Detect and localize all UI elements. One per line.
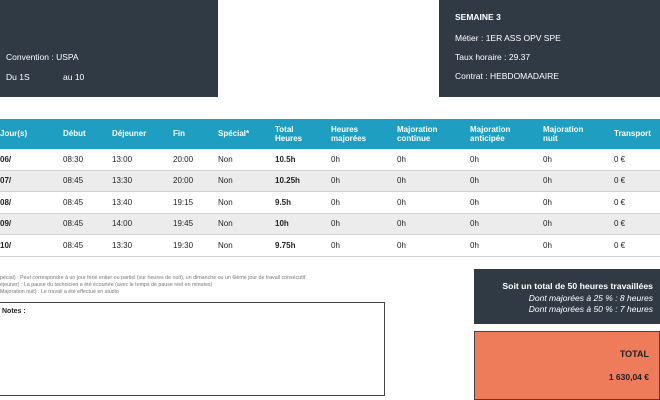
cell-lunch: 13:30: [112, 170, 173, 192]
cell-total-hours: 9.75h: [275, 234, 331, 257]
hours-table: Jour(s) Début Déjeuner Fin Spécial* Tota…: [0, 119, 660, 257]
cell-maj-anticipee: 0h: [470, 191, 543, 214]
cell-day: 07/: [0, 170, 63, 192]
header-cell: Spécial*: [218, 119, 275, 149]
cell-end: 19:45: [173, 213, 218, 235]
table-row: 06/ 08:30 13:00 20:00 Non 10.5h 0h 0h 0h…: [0, 149, 660, 171]
cell-lunch: 13:40: [112, 191, 173, 214]
header-right-panel: SEMAINE 3 Métier : 1ER ASS OPV SPE Taux …: [439, 0, 660, 97]
table-row: 10/ 08:45 13:30 19:30 Non 9.75h 0h 0h 0h…: [0, 234, 660, 257]
header-cell: Majoration nuit: [543, 119, 614, 149]
cell-day: 09/: [0, 213, 63, 235]
cell-start: 08:45: [63, 170, 112, 192]
cell-maj-continue: 0h: [397, 234, 470, 257]
cell-maj-anticipee: 0h: [470, 170, 543, 192]
legend-special: pécial) : Peut correspondre à un jour fé…: [0, 275, 306, 281]
header-cell: Déjeuner: [112, 119, 173, 149]
cell-total-hours: 10h: [275, 213, 331, 235]
cell-transport: 0 €: [614, 213, 660, 235]
table-row: 09/ 08:45 14:00 19:45 Non 10h 0h 0h 0h 0…: [0, 213, 660, 235]
cell-transport: 0 €: [614, 149, 660, 171]
header-left-panel: Convention : USPA Du 1S au 10: [0, 0, 218, 97]
header-cell: Fin: [173, 119, 218, 149]
cell-total-hours: 9.5h: [275, 191, 331, 214]
cell-day: 06/: [0, 149, 63, 171]
header-cell: Début: [63, 119, 112, 149]
metier-label: Métier : 1ER ASS OPV SPE: [455, 33, 561, 43]
cell-end: 19:30: [173, 234, 218, 257]
summary-panel: Soit un total de 50 heures travaillées D…: [474, 269, 660, 324]
cell-majored-hours: 0h: [331, 170, 397, 192]
cell-maj-continue: 0h: [397, 170, 470, 192]
convention-label: Convention : USPA: [6, 52, 79, 62]
cell-total-hours: 10.5h: [275, 149, 331, 171]
contrat-label: Contrat : HEBDOMADAIRE: [455, 71, 559, 81]
header-cell: Total Heures: [275, 119, 331, 149]
cell-majored-hours: 0h: [331, 149, 397, 171]
table-row: 08/ 08:45 13:40 19:15 Non 9.5h 0h 0h 0h …: [0, 191, 660, 214]
cell-maj-nuit: 0h: [543, 213, 614, 235]
cell-maj-continue: 0h: [397, 191, 470, 214]
cell-majored-hours: 0h: [331, 234, 397, 257]
summary-majored-50: Dont majorées à 50 % : 7 heures: [528, 304, 653, 314]
legend-notes: pécial) : Peut correspondre à un jour fé…: [0, 275, 305, 297]
cell-maj-continue: 0h: [397, 213, 470, 235]
total-panel: TOTAL 1 630,04 €: [474, 331, 660, 400]
cell-maj-anticipee: 0h: [470, 234, 543, 257]
header-cell: Transport: [614, 119, 660, 149]
cell-start: 08:30: [63, 149, 112, 171]
cell-day: 10/: [0, 234, 63, 257]
header-cell: Majoration continue: [397, 119, 470, 149]
notes-textarea[interactable]: Notes :: [0, 302, 385, 396]
header-cell: Heures majorées: [331, 119, 397, 149]
taux-label: Taux horaire : 29.37: [455, 52, 531, 62]
cell-end: 20:00: [173, 170, 218, 192]
cell-special: Non: [218, 170, 275, 192]
cell-start: 08:45: [63, 213, 112, 235]
header-cell: Majoration anticipée: [470, 119, 543, 149]
cell-majored-hours: 0h: [331, 191, 397, 214]
cell-day: 08/: [0, 191, 63, 214]
total-amount: 1 630,04 €: [608, 372, 649, 382]
cell-maj-continue: 0h: [397, 149, 470, 171]
summary-majored-25: Dont majorées à 25 % : 8 heures: [528, 293, 653, 303]
cell-start: 08:45: [63, 191, 112, 214]
cell-end: 19:15: [173, 191, 218, 214]
period-to: au 10: [63, 72, 85, 82]
cell-maj-nuit: 0h: [543, 234, 614, 257]
cell-majored-hours: 0h: [331, 213, 397, 235]
cell-start: 08:45: [63, 234, 112, 257]
legend-lunch: éjeuner) : La pause du technicien a été …: [0, 282, 213, 289]
notes-title: Notes :: [2, 308, 26, 315]
cell-end: 20:00: [173, 149, 218, 171]
cell-lunch: 14:00: [112, 213, 173, 235]
cell-maj-nuit: 0h: [543, 149, 614, 171]
week-label: SEMAINE 3: [455, 12, 501, 22]
cell-maj-nuit: 0h: [543, 170, 614, 192]
cell-transport: 0 €: [614, 191, 660, 214]
cell-maj-nuit: 0h: [543, 191, 614, 214]
legend-night: Majoration nuit) : Le travail a été effe…: [0, 289, 119, 296]
table-row: 07/ 08:45 13:30 20:00 Non 10.25h 0h 0h 0…: [0, 170, 660, 192]
header-cell: Jour(s): [0, 119, 63, 149]
cell-special: Non: [218, 234, 275, 257]
cell-maj-anticipee: 0h: [470, 149, 543, 171]
cell-lunch: 13:30: [112, 234, 173, 257]
cell-transport: 0 €: [614, 234, 660, 257]
cell-special: Non: [218, 191, 275, 214]
cell-special: Non: [218, 213, 275, 235]
cell-transport: 0 €: [614, 170, 660, 192]
summary-total-hours: Soit un total de 50 heures travaillées: [502, 281, 653, 291]
cell-total-hours: 10.25h: [275, 170, 331, 192]
table-header-row: Jour(s) Début Déjeuner Fin Spécial* Tota…: [0, 119, 660, 149]
cell-lunch: 13:00: [112, 149, 173, 171]
cell-special: Non: [218, 149, 275, 171]
period-from: Du 1S: [6, 72, 30, 82]
total-label: TOTAL: [619, 349, 649, 359]
cell-maj-anticipee: 0h: [470, 213, 543, 235]
